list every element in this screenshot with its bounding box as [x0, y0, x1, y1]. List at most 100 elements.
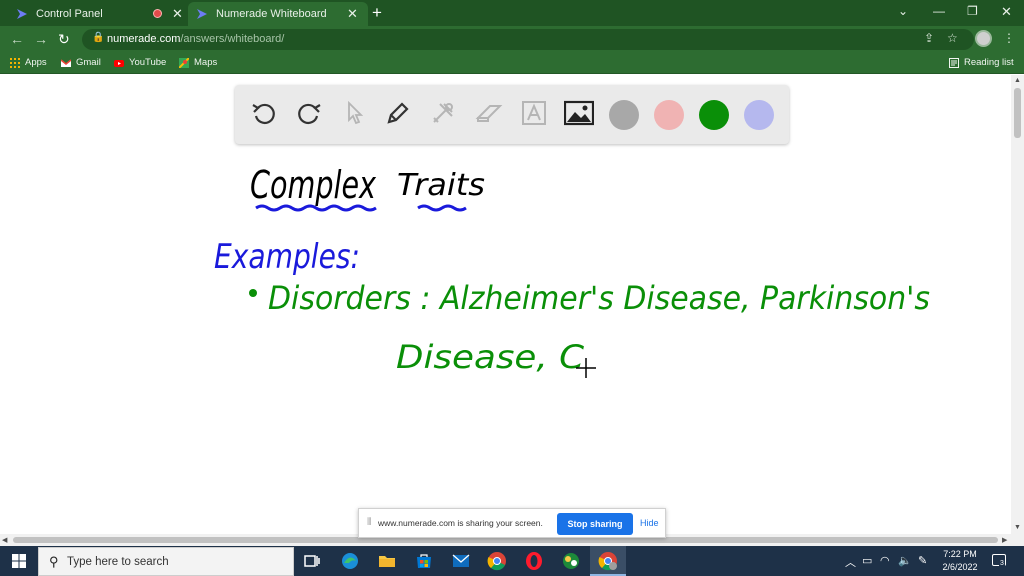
- browser-toolbar: ← → ↻ 🔒 numerade.com/answers/whiteboard/…: [0, 26, 1024, 52]
- bookmark-star-icon[interactable]: ☆: [947, 31, 958, 45]
- forward-arrow-icon[interactable]: →: [34, 31, 48, 47]
- scroll-left-arrow-icon[interactable]: ◀: [2, 536, 7, 544]
- windows-taskbar: ⚲ Type here to search ︿ ▭ ◠ 🔈 ✎ 7:22 PM …: [0, 546, 1024, 576]
- back-arrow-icon[interactable]: ←: [10, 31, 24, 47]
- close-window-button[interactable]: ✕: [1001, 4, 1012, 20]
- eraser-icon[interactable]: [474, 98, 504, 128]
- url-text: numerade.com/answers/whiteboard/: [107, 33, 284, 45]
- edge-browser-icon[interactable]: [340, 551, 360, 571]
- color-swatch-gray[interactable]: [609, 100, 639, 130]
- redo-icon[interactable]: [294, 98, 324, 128]
- pen-icon[interactable]: [383, 98, 413, 128]
- stop-sharing-button[interactable]: Stop sharing: [557, 513, 633, 535]
- color-swatch-pink[interactable]: [654, 100, 684, 130]
- tab-label: Numerade Whiteboard: [216, 8, 327, 20]
- bookmark-gmail[interactable]: Gmail: [61, 57, 101, 68]
- apps-grid-icon: [10, 57, 20, 68]
- bookmark-label: Gmail: [76, 57, 101, 68]
- title-traits: Traits: [397, 168, 485, 203]
- clock-date: 2/6/2022: [942, 562, 978, 572]
- underline-traits: [417, 204, 467, 212]
- reading-list-icon: [949, 57, 959, 68]
- tab-numerade-whiteboard[interactable]: Numerade Whiteboard ✕: [188, 2, 368, 26]
- close-tab-icon[interactable]: ✕: [172, 6, 183, 22]
- whiteboard-canvas[interactable]: Complex Traits Examples: Disorders : Alz…: [0, 155, 1011, 534]
- recording-indicator-icon: [153, 9, 162, 18]
- bookmark-apps[interactable]: Apps: [10, 57, 47, 68]
- chrome-profile-icon[interactable]: [598, 551, 618, 571]
- reload-icon[interactable]: ↻: [58, 31, 70, 48]
- clock-time: 7:22 PM: [943, 549, 977, 559]
- text-icon[interactable]: [519, 98, 549, 128]
- hide-button[interactable]: Hide: [640, 518, 659, 528]
- search-placeholder: Type here to search: [67, 556, 169, 568]
- page-content: Complex Traits Examples: Disorders : Alz…: [0, 75, 1011, 534]
- address-bar[interactable]: 🔒 numerade.com/answers/whiteboard/: [82, 29, 974, 50]
- reading-list-button[interactable]: Reading list: [949, 57, 1014, 68]
- windows-start-icon[interactable]: [12, 554, 26, 568]
- drag-handle-icon[interactable]: ⦀: [367, 517, 371, 528]
- close-tab-icon[interactable]: ✕: [347, 6, 358, 22]
- reading-list-label: Reading list: [964, 57, 1014, 68]
- opera-icon[interactable]: [524, 551, 544, 571]
- tools-icon[interactable]: [428, 98, 458, 128]
- image-icon[interactable]: [564, 98, 594, 128]
- notification-count: 3: [999, 560, 1005, 567]
- vertical-scrollbar[interactable]: ▲ ▼: [1011, 75, 1024, 534]
- search-icon: ⚲: [49, 554, 59, 569]
- microsoft-store-icon[interactable]: [414, 551, 434, 571]
- network-icon[interactable]: ◠: [880, 554, 890, 567]
- scroll-down-arrow-icon[interactable]: ▼: [1014, 524, 1021, 531]
- title-complex: Complex: [250, 163, 376, 207]
- lock-icon: 🔒: [92, 32, 105, 43]
- bookmark-label: Apps: [25, 57, 47, 68]
- tab-strip: Control Panel ✕ Numerade Whiteboard ✕ + …: [0, 0, 1024, 26]
- url-path: /answers/whiteboard/: [180, 33, 285, 45]
- bookmark-label: YouTube: [129, 57, 167, 68]
- pointer-icon[interactable]: [339, 98, 369, 128]
- share-icon[interactable]: ⇪: [924, 31, 934, 45]
- color-swatch-green[interactable]: [699, 100, 729, 130]
- volume-icon[interactable]: 🔈: [898, 554, 912, 567]
- disorders-line2: Disease, C: [396, 338, 585, 376]
- show-hidden-icons-chevron-icon[interactable]: ︿: [845, 554, 856, 570]
- scroll-up-arrow-icon[interactable]: ▲: [1014, 77, 1021, 84]
- system-clock[interactable]: 7:22 PM 2/6/2022: [940, 548, 980, 574]
- tab-label: Control Panel: [36, 8, 103, 20]
- youtube-icon: [114, 59, 124, 67]
- sharing-message: www.numerade.com is sharing your screen.: [378, 518, 543, 528]
- screen-sharing-bar: ⦀ www.numerade.com is sharing your scree…: [358, 508, 666, 538]
- numerade-logo-icon: [197, 9, 207, 19]
- disorders-line1: Disorders : Alzheimer's Disease, Parkins…: [268, 279, 930, 317]
- mail-icon[interactable]: [451, 551, 471, 571]
- bullet: [249, 289, 257, 297]
- bookmark-maps[interactable]: Maps: [179, 57, 217, 68]
- color-swatch-lavender[interactable]: [744, 100, 774, 130]
- url-host: numerade.com: [107, 33, 181, 45]
- menu-dots-icon[interactable]: ⋮: [1003, 31, 1015, 45]
- tab-search-chevron-icon[interactable]: ⌄: [898, 4, 908, 18]
- maximize-button[interactable]: ❐: [967, 4, 978, 18]
- examples-heading: Examples:: [214, 237, 360, 277]
- vertical-scroll-thumb[interactable]: [1014, 88, 1021, 138]
- scroll-right-arrow-icon[interactable]: ▶: [1002, 536, 1007, 544]
- undo-icon[interactable]: [249, 98, 279, 128]
- whiteboard-toolbar: [235, 85, 789, 144]
- new-tab-button[interactable]: +: [372, 3, 382, 23]
- gmail-icon: [61, 58, 71, 67]
- battery-icon[interactable]: ▭: [862, 554, 872, 567]
- taskbar-search-box[interactable]: ⚲ Type here to search: [38, 547, 294, 576]
- numerade-logo-icon: [17, 9, 27, 19]
- minimize-button[interactable]: —: [933, 4, 945, 18]
- bookmark-youtube[interactable]: YouTube: [114, 57, 166, 68]
- tab-control-panel[interactable]: Control Panel ✕: [8, 2, 188, 26]
- file-explorer-icon[interactable]: [377, 551, 397, 571]
- chrome-icon[interactable]: [487, 551, 507, 571]
- task-view-icon[interactable]: [302, 551, 322, 571]
- profile-avatar[interactable]: [975, 30, 992, 47]
- app-icon[interactable]: [561, 551, 581, 571]
- bookmarks-bar: Apps Gmail YouTube Maps Reading list: [0, 52, 1024, 74]
- bookmark-label: Maps: [194, 57, 218, 68]
- pen-workspace-icon[interactable]: ✎: [918, 554, 927, 567]
- maps-icon: [179, 57, 189, 68]
